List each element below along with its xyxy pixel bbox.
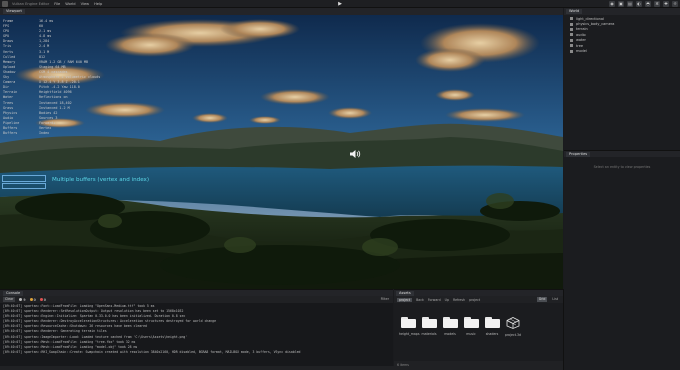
asset-item[interactable]: project.3d bbox=[504, 317, 522, 337]
asset-item[interactable]: music bbox=[462, 317, 480, 336]
asset-label: height_maps bbox=[399, 332, 420, 336]
play-icon[interactable]: ▶ bbox=[337, 1, 343, 7]
entity-icon bbox=[570, 44, 573, 48]
error-count-toggle[interactable]: 0 bbox=[39, 297, 46, 302]
speaker-icon[interactable] bbox=[349, 149, 361, 159]
entity-icon bbox=[570, 49, 573, 53]
entity-icon bbox=[570, 27, 573, 31]
entity-icon bbox=[570, 38, 573, 42]
sun-icon[interactable]: ☼ bbox=[672, 1, 678, 7]
cube-file-icon bbox=[506, 317, 520, 329]
console-toolbar: Clear 9 0 0 Filter bbox=[0, 296, 393, 303]
world-item-label: terrain bbox=[576, 27, 588, 32]
warning-count-toggle[interactable]: 0 bbox=[29, 297, 36, 302]
menu-view[interactable]: View bbox=[81, 2, 90, 6]
tab-viewport[interactable]: Viewport bbox=[3, 9, 25, 14]
asset-label: materials bbox=[421, 332, 437, 336]
current-path: project bbox=[469, 297, 481, 302]
lamp-icon[interactable]: ◓ bbox=[645, 1, 651, 7]
world-item-label: model bbox=[576, 49, 587, 54]
tooltip: Multiple buffers (vertex and index) bbox=[52, 177, 150, 183]
assets-browser: height_maps materials models music shaders pr… bbox=[394, 303, 563, 361]
info-icon bbox=[19, 298, 23, 301]
stat-key: Buffers bbox=[3, 131, 18, 136]
image-icon[interactable]: ▣ bbox=[618, 1, 624, 7]
world-item-label: water bbox=[576, 38, 586, 43]
nav-forward[interactable]: Forward bbox=[428, 298, 441, 302]
nav-project[interactable]: project bbox=[397, 297, 413, 302]
highlight-box bbox=[2, 183, 46, 189]
folder-icon bbox=[484, 317, 500, 328]
image-icon[interactable]: ▤ bbox=[627, 1, 633, 7]
properties-tab-bar: Properties bbox=[564, 150, 680, 157]
folder-icon bbox=[463, 317, 479, 328]
assets-status: 6 items bbox=[394, 361, 563, 370]
info-count-toggle[interactable]: 9 bbox=[19, 297, 26, 302]
folder-icon bbox=[442, 317, 458, 328]
light-icon[interactable]: ◐ bbox=[636, 1, 642, 7]
asset-item[interactable]: models bbox=[441, 317, 459, 336]
status-strip bbox=[0, 366, 394, 370]
asset-label: models bbox=[444, 332, 456, 336]
app-logo-icon bbox=[2, 0, 8, 7]
console-line: [09:40:07] spartan::RHI_SwapChain::Creat… bbox=[3, 349, 301, 354]
asset-label: shaders bbox=[485, 332, 499, 336]
asset-label: project.3d bbox=[504, 333, 522, 337]
assets-tab-bar: Assets bbox=[394, 289, 563, 296]
world-tab-bar: World bbox=[564, 8, 680, 15]
info-count: 9 bbox=[23, 297, 26, 302]
tab-world[interactable]: World bbox=[566, 9, 583, 14]
performance-stats: Frame 16.4 ms FPS 60 CPU 2.1 ms GPU 4.8 ms Draws… bbox=[3, 19, 113, 136]
viewport[interactable]: Frame 16.4 ms FPS 60 CPU 2.1 ms GPU 4.8 ms Draws… bbox=[0, 15, 563, 289]
asset-item[interactable]: materials bbox=[420, 317, 438, 336]
menubar: Vulkan Engine Editor File World View Hel… bbox=[0, 0, 680, 8]
folder-icon bbox=[421, 317, 437, 328]
menu-file[interactable]: File bbox=[54, 2, 60, 6]
entity-icon bbox=[570, 22, 573, 26]
console-log[interactable]: [09:40:07] spartan::Font::LoadFromFile: … bbox=[0, 303, 393, 366]
error-icon bbox=[39, 298, 43, 301]
menu-world[interactable]: World bbox=[65, 2, 75, 6]
stat-row: Buffers Index bbox=[3, 131, 113, 136]
viewport-tab-bar: Viewport bbox=[0, 8, 563, 15]
highlight-box bbox=[2, 175, 46, 182]
world-item-label: tree bbox=[576, 43, 584, 48]
stat-value: Index bbox=[39, 131, 50, 136]
error-count: 0 bbox=[43, 297, 46, 302]
world-item-label: physics_body_camera bbox=[576, 22, 615, 27]
asset-item[interactable]: height_maps bbox=[399, 317, 420, 336]
entity-icon bbox=[570, 33, 573, 37]
app-title: Vulkan Engine Editor bbox=[12, 1, 50, 6]
asset-item[interactable]: shaders bbox=[483, 317, 501, 336]
world-item-model[interactable]: model bbox=[564, 48, 680, 53]
nav-refresh[interactable]: Refresh bbox=[453, 298, 465, 302]
folder-icon bbox=[400, 317, 416, 328]
properties-hint: Select an entity to view properties bbox=[593, 165, 651, 169]
world-item-label: audio bbox=[576, 32, 586, 37]
nav-up[interactable]: Up bbox=[445, 298, 449, 302]
filter-input[interactable]: Filter bbox=[369, 297, 389, 302]
toolbar-tools: ◉ ▣ ▤ ◐ ◓ ✲ ✚ ☼ bbox=[609, 0, 678, 8]
gear-icon[interactable]: ✲ bbox=[654, 1, 660, 7]
empty-panel bbox=[563, 289, 680, 370]
world-item-label: light_directional bbox=[576, 16, 604, 21]
entity-icon bbox=[570, 17, 573, 21]
nav-back[interactable]: Back bbox=[416, 298, 424, 302]
world-hierarchy: light_directional physics_body_camera terr… bbox=[564, 15, 680, 150]
asset-label: music bbox=[466, 332, 476, 336]
view-list-button[interactable]: List bbox=[550, 297, 560, 302]
clear-button[interactable]: Clear bbox=[3, 297, 16, 302]
view-grid-button[interactable]: Grid bbox=[536, 297, 548, 302]
warning-count: 0 bbox=[33, 297, 36, 302]
properties-panel: Select an entity to view properties bbox=[564, 157, 680, 289]
puzzle-icon[interactable]: ✚ bbox=[663, 1, 669, 7]
camera-icon[interactable]: ◉ bbox=[609, 1, 615, 7]
menu-help[interactable]: Help bbox=[94, 2, 102, 6]
warning-icon bbox=[29, 298, 33, 301]
console-tab-bar: Console bbox=[0, 289, 393, 296]
assets-toolbar: project Back Forward Up Refresh project … bbox=[394, 296, 563, 303]
